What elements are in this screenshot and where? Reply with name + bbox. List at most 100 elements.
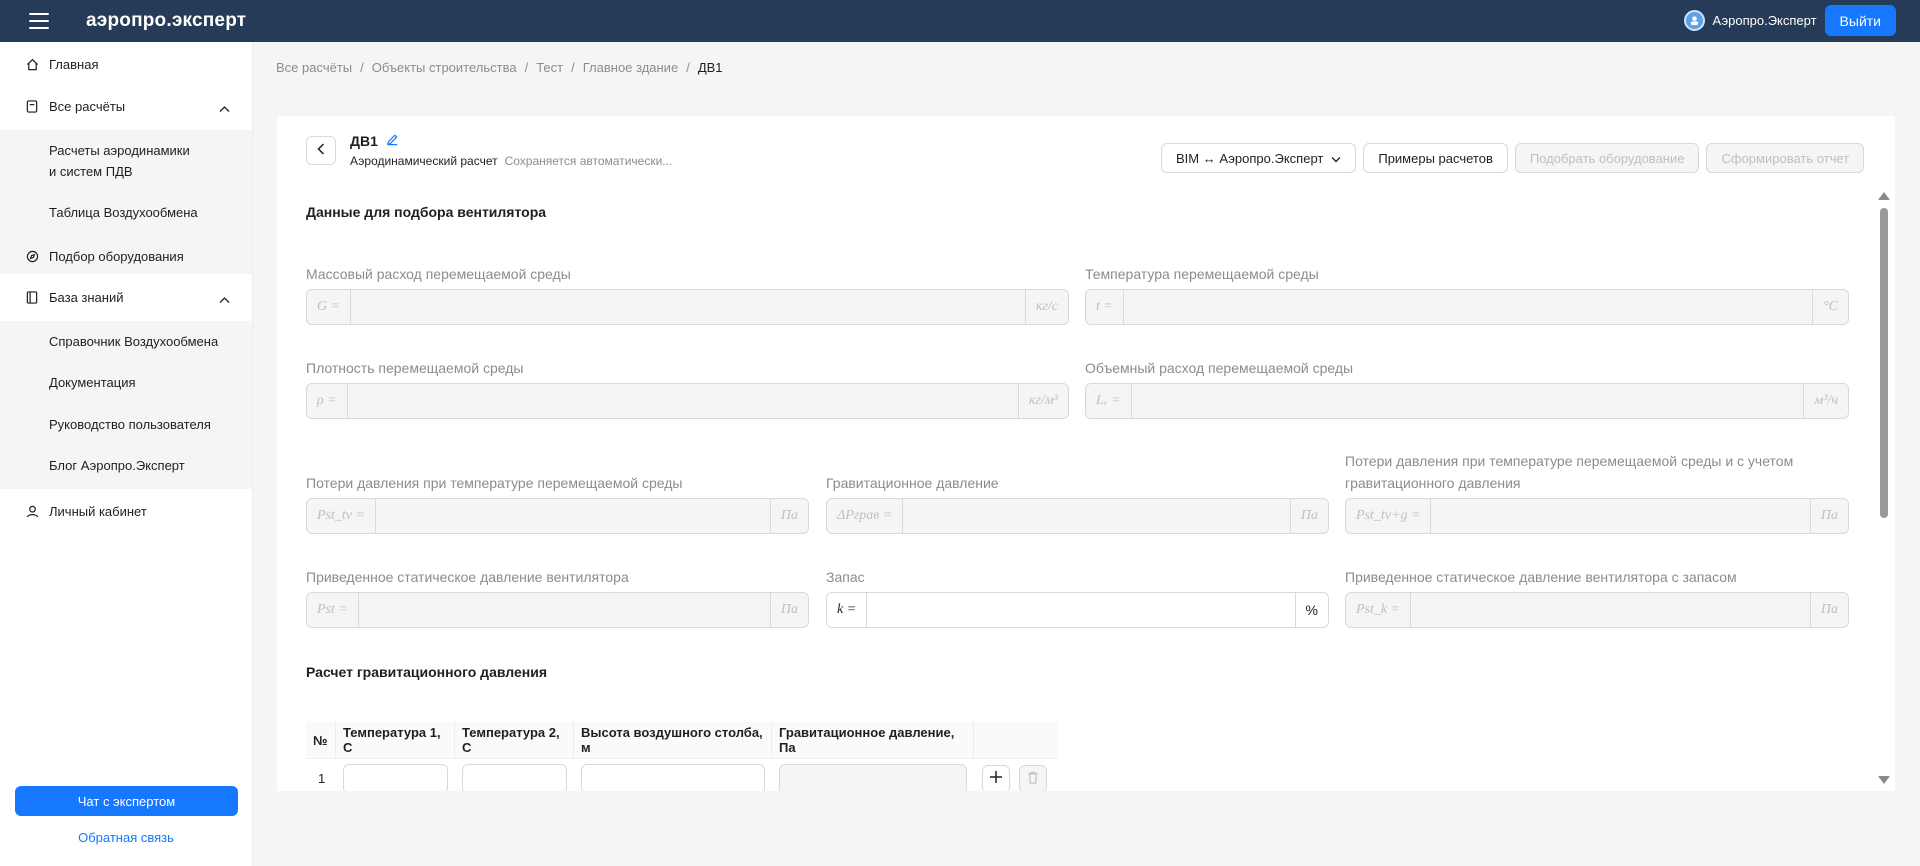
input-value[interactable] (359, 593, 770, 627)
select-equipment-button[interactable]: Подобрать оборудование (1514, 143, 1700, 173)
sidebar-item-label: Главная (49, 56, 99, 72)
sidebar-item-all-calcs[interactable]: Все расчёты (0, 94, 252, 118)
breadcrumb-item[interactable]: Тест (536, 60, 563, 75)
sidebar-item-guide[interactable]: Руководство пользователя (49, 414, 211, 435)
sidebar-item-label: Все расчёты (49, 98, 126, 114)
delete-row-button[interactable] (1019, 764, 1047, 791)
table-header: № Температура 1, С Температура 2, С Высо… (306, 722, 1058, 758)
table-row: 1 (306, 758, 1058, 791)
gravity-pressure-input[interactable]: ΔPграв = Па (826, 498, 1329, 534)
gravity-pressure-cell (779, 763, 967, 791)
autosave-status: Сохраняется автоматически... (504, 154, 673, 168)
generate-report-button[interactable]: Сформировать отчет (1706, 143, 1865, 173)
input-unit: кг/м³ (1017, 384, 1068, 418)
sidebar-item-airexchange-table[interactable]: Таблица Воздухообмена (49, 202, 198, 223)
sidebar-item-home[interactable]: Главная (0, 52, 252, 76)
temperature2-input[interactable] (462, 763, 567, 791)
pressure-loss-grav-input[interactable]: Pst_tv+g = Па (1345, 498, 1849, 534)
reserve-field: Запас k = % (826, 566, 1329, 628)
mass-flow-input[interactable]: G = кг/с (306, 289, 1069, 325)
input-value[interactable] (1124, 290, 1812, 324)
sidebar-item-aerodynamics[interactable]: Расчеты аэродинамики и систем ПДВ (49, 140, 190, 182)
row-number: 1 (318, 771, 326, 786)
sidebar-item-reference[interactable]: Справочник Воздухообмена (49, 331, 218, 352)
input-unit: кг/с (1024, 290, 1068, 324)
static-pressure-reserve-field: Приведенное статическое давление вентиля… (1345, 566, 1849, 628)
breadcrumb-separator: / (360, 60, 364, 75)
feedback-link[interactable]: Обратная связь (0, 830, 252, 845)
input-value[interactable] (903, 499, 1290, 533)
chevron-up-icon[interactable] (219, 101, 230, 116)
input-value[interactable] (351, 290, 1025, 324)
user-icon (25, 504, 39, 518)
column-header-actions (974, 722, 1058, 758)
input-prefix: k = (827, 593, 868, 627)
field-label: Гравитационное давление (826, 475, 999, 491)
density-input[interactable]: ρ = кг/м³ (306, 383, 1069, 419)
field-label: Массовый расход перемещаемой среды (306, 266, 571, 282)
input-prefix: Pst_k = (1346, 593, 1412, 627)
calc-subtitle: Аэродинамический расчет Сохраняется авто… (350, 154, 672, 168)
sidebar-item-label: Личный кабинет (49, 503, 147, 519)
scroll-thumb[interactable] (1880, 208, 1888, 518)
column-header: Температура 1, С (336, 722, 455, 758)
chevron-up-icon[interactable] (219, 292, 230, 307)
input-value[interactable] (376, 499, 770, 533)
static-pressure-field: Приведенное статическое давление вентиля… (306, 566, 809, 628)
bim-dropdown[interactable]: BIM ↔ Аэропро.Эксперт (1161, 143, 1357, 173)
scroll-up-arrow[interactable] (1878, 192, 1890, 200)
breadcrumb-item[interactable]: Объекты строительства (372, 60, 517, 75)
logo[interactable]: аэропро.эксперт (86, 10, 246, 32)
menu-icon[interactable] (29, 13, 49, 29)
input-prefix: Pst = (307, 593, 359, 627)
chevron-down-icon (1331, 151, 1341, 166)
add-row-button[interactable] (982, 764, 1010, 791)
calc-type: Аэродинамический расчет (350, 154, 498, 168)
avatar[interactable] (1683, 10, 1705, 31)
scrollbar[interactable] (1877, 192, 1891, 788)
logout-button[interactable]: Выйти (1824, 5, 1896, 36)
submenu-label-line1: Расчеты аэродинамики (49, 143, 190, 158)
input-value[interactable] (1411, 593, 1810, 627)
input-unit: Па (769, 593, 808, 627)
column-header: Гравитационное давление, Па (772, 722, 974, 758)
sidebar-item-equipment[interactable]: Подбор оборудования (0, 244, 252, 268)
input-prefix: Pst_tv+g = (1346, 499, 1432, 533)
air-column-height-input[interactable] (581, 763, 765, 791)
breadcrumb-current: ДВ1 (697, 60, 723, 75)
sidebar-item-knowledge[interactable]: База знаний (0, 285, 252, 309)
input-value[interactable] (867, 593, 1294, 627)
input-value[interactable] (348, 384, 1018, 418)
knowledge-submenu: Справочник Воздухообмена Документация Ру… (0, 321, 252, 489)
breadcrumb-separator: / (571, 60, 575, 75)
volume-flow-input[interactable]: Lᵥ = м³/ч (1085, 383, 1849, 419)
chat-with-expert-button[interactable]: Чат с экспертом (15, 786, 238, 816)
home-icon (25, 57, 39, 71)
input-value[interactable] (1431, 499, 1809, 533)
gravity-table: № Температура 1, С Температура 2, С Высо… (306, 722, 1058, 791)
static-pressure-input[interactable]: Pst = Па (306, 592, 809, 628)
edit-icon[interactable] (386, 133, 399, 149)
examples-button[interactable]: Примеры расчетов (1363, 143, 1508, 173)
sidebar-item-docs[interactable]: Документация (49, 372, 136, 393)
column-header: Температура 2, С (455, 722, 574, 758)
user-name[interactable]: Аэропро.Эксперт (1713, 13, 1817, 28)
input-unit: °C (1812, 290, 1848, 324)
sidebar-item-blog[interactable]: Блог Аэропро.Эксперт (49, 455, 185, 476)
scroll-down-arrow[interactable] (1878, 776, 1890, 784)
temperature1-input[interactable] (343, 763, 448, 791)
input-prefix: G = (307, 290, 352, 324)
sidebar-item-account[interactable]: Личный кабинет (0, 499, 252, 523)
field-label: гравитационного давления (1345, 475, 1521, 491)
input-value[interactable] (1132, 384, 1804, 418)
reserve-input[interactable]: k = % (826, 592, 1329, 628)
temperature-input[interactable]: t = °C (1085, 289, 1849, 325)
breadcrumb-item[interactable]: Главное здание (583, 60, 678, 75)
mass-flow-field: Массовый расход перемещаемой среды G = к… (306, 263, 1069, 325)
static-pressure-reserve-input[interactable]: Pst_k = Па (1345, 592, 1849, 628)
breadcrumb-item[interactable]: Все расчёты (276, 60, 352, 75)
back-button[interactable] (306, 136, 336, 165)
pressure-loss-input[interactable]: Pst_tv = Па (306, 498, 809, 534)
temperature-field: Температура перемещаемой среды t = °C (1085, 263, 1849, 325)
pressure-loss-grav-field: Потери давления при температуре перемеща… (1345, 450, 1849, 534)
